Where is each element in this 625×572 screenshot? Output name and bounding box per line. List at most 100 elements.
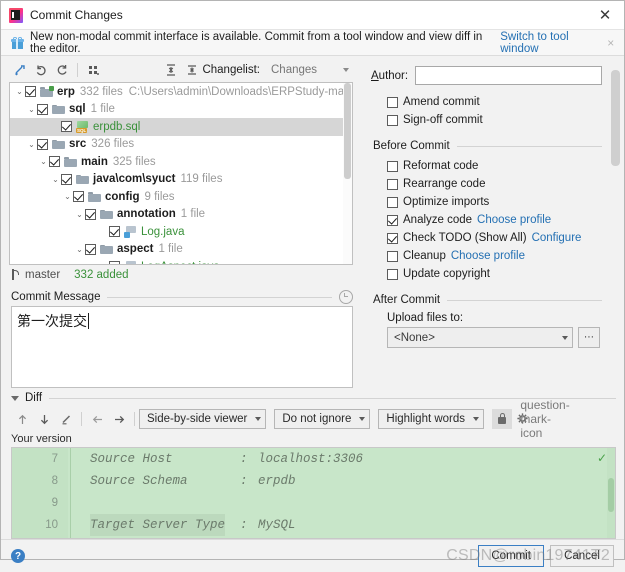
chevron-down-icon[interactable]: ⌄ (14, 87, 25, 96)
intellij-idea-icon (9, 7, 23, 23)
options-scrollbar-thumb[interactable] (611, 70, 620, 166)
cancel-button[interactable]: Cancel (550, 545, 614, 567)
commit-message-input[interactable]: 第一次提交 (11, 306, 353, 388)
chevron-down-icon[interactable]: ⌄ (74, 245, 85, 254)
tree-scrollbar[interactable] (343, 83, 352, 264)
checkbox-label: Sign-off commit (403, 114, 483, 126)
configure-link[interactable]: Choose profile (451, 250, 525, 262)
tree-row-checkbox[interactable] (49, 156, 60, 168)
show-diff-icon[interactable] (9, 60, 30, 80)
upload-target-select[interactable]: <None> (387, 327, 573, 348)
commit-options-panel: Author: Amend commit Sign-off commit Befo… (359, 56, 624, 388)
checkbox-box[interactable] (387, 268, 398, 280)
tree-row-checkbox[interactable] (37, 138, 48, 150)
tree-row-name: main (81, 155, 108, 168)
tree-row[interactable]: Log.java (10, 223, 352, 241)
folder-icon (52, 139, 65, 150)
update-copyright-checkbox[interactable]: Update copyright (387, 265, 624, 283)
tree-row-checkbox[interactable] (73, 191, 84, 203)
tree-row[interactable]: ⌄ main 325 files (10, 153, 352, 171)
viewer-mode-select[interactable]: Side-by-side viewer (139, 409, 267, 429)
tree-row[interactable]: ⌄ sql 1 file (10, 101, 352, 119)
chevron-down-icon[interactable]: ⌄ (26, 105, 37, 114)
tree-row-checkbox[interactable] (37, 103, 48, 115)
revert-icon[interactable] (30, 60, 51, 80)
tree-row[interactable]: ⌄ aspect 1 file (10, 241, 352, 259)
browse-button[interactable]: ⋯ (578, 327, 600, 348)
tree-row[interactable]: ⌄ src 326 files (10, 136, 352, 154)
chevron-down-icon[interactable]: ⌄ (50, 175, 61, 184)
expand-all-icon[interactable] (160, 60, 181, 80)
options-scrollbar[interactable] (611, 70, 620, 378)
help-icon[interactable]: ? (11, 549, 25, 563)
reformat-code-checkbox[interactable]: Reformat code (387, 157, 624, 175)
tree-row-checkbox[interactable] (109, 226, 120, 238)
tree-row-checkbox[interactable] (85, 208, 96, 220)
changes-tree[interactable]: ⌄ erp 332 files C:\Users\admin\Downloads\ER… (10, 83, 352, 264)
tree-row-count: 332 files (79, 85, 123, 98)
checkbox-label: Reformat code (403, 160, 479, 172)
tree-row[interactable]: ⌄ erp 332 files C:\Users\admin\Downloads\ER… (10, 83, 352, 101)
switch-to-tool-window-link[interactable]: Switch to tool window (500, 31, 601, 55)
tree-row-checkbox[interactable] (25, 86, 36, 98)
chevron-down-icon (473, 417, 480, 421)
commit-button[interactable]: Commit (478, 545, 544, 567)
left-column: Changelist: Changes ⌄ erp 332 files C:\User… (1, 56, 359, 388)
checkbox-box[interactable] (387, 114, 398, 126)
checkbox-box[interactable] (387, 196, 398, 208)
accept-right-icon[interactable] (108, 409, 130, 429)
chevron-down-icon[interactable]: ⌄ (62, 192, 73, 201)
next-difference-icon[interactable] (33, 409, 55, 429)
analyze-code-checkbox[interactable]: Analyze code Choose profile (387, 211, 624, 229)
tree-row-checkbox[interactable] (109, 261, 120, 264)
tree-row-checkbox[interactable] (61, 173, 72, 185)
tree-row-path: C:\Users\admin\Downloads\ERPStudy-main (128, 85, 353, 98)
close-window-icon[interactable]: ✕ (590, 2, 620, 28)
checkbox-box[interactable] (387, 214, 398, 226)
previous-difference-icon[interactable] (11, 409, 33, 429)
tree-row-checkbox[interactable] (85, 243, 96, 255)
changelist-select[interactable]: Changes (265, 59, 353, 81)
accept-left-icon[interactable] (86, 409, 108, 429)
author-field[interactable] (415, 66, 602, 85)
checkbox-box[interactable] (387, 178, 398, 190)
chevron-down-icon[interactable]: ⌄ (26, 140, 37, 149)
diff-scrollbar[interactable] (607, 448, 615, 538)
checkbox-box[interactable] (387, 160, 398, 172)
dialog-body: Changelist: Changes ⌄ erp 332 files C:\User… (1, 56, 624, 539)
collapse-all-icon[interactable] (181, 60, 202, 80)
ignore-mode-select[interactable]: Do not ignore (274, 409, 371, 429)
group-by-icon[interactable] (83, 60, 104, 80)
diff-viewer[interactable]: 7 Source Host: localhost:3306 8 Source Schem… (11, 447, 616, 539)
refresh-icon[interactable] (51, 60, 72, 80)
configure-link[interactable]: Choose profile (477, 214, 551, 226)
chevron-down-icon[interactable]: ⌄ (38, 157, 49, 166)
lock-icon[interactable] (492, 409, 513, 429)
configure-link[interactable]: Configure (532, 232, 582, 244)
tree-row[interactable]: LogAspect.java (10, 258, 352, 264)
chevron-down-icon[interactable]: ⌄ (74, 210, 85, 219)
tree-row[interactable]: ⌄ annotation 1 file (10, 206, 352, 224)
amend-commit-checkbox[interactable]: Amend commit (387, 93, 624, 111)
tree-scrollbar-thumb[interactable] (344, 83, 351, 179)
notification-close-icon[interactable]: × (602, 36, 620, 50)
tree-row-name: java\com\syuct (93, 173, 176, 186)
cleanup-checkbox[interactable]: Cleanup Choose profile (387, 247, 624, 265)
tree-row-checkbox[interactable] (61, 121, 72, 133)
edit-source-icon[interactable] (55, 409, 77, 429)
check-todo-checkbox[interactable]: Check TODO (Show All) Configure (387, 229, 624, 247)
history-clock-icon[interactable] (339, 290, 353, 304)
tree-row[interactable]: ⌄ java\com\syuct 119 files (10, 171, 352, 189)
collapse-triangle-icon[interactable] (11, 395, 19, 401)
tree-row[interactable]: ⌄ config 9 files (10, 188, 352, 206)
checkbox-box[interactable] (387, 250, 398, 262)
diff-scrollbar-thumb[interactable] (608, 478, 614, 512)
checkbox-box[interactable] (387, 96, 398, 108)
optimize-imports-checkbox[interactable]: Optimize imports (387, 193, 624, 211)
question-mark-icon[interactable]: question-mark-icon (520, 398, 569, 440)
tree-row[interactable]: erpdb.sql (10, 118, 352, 136)
rearrange-code-checkbox[interactable]: Rearrange code (387, 175, 624, 193)
checkbox-box[interactable] (387, 232, 398, 244)
signoff-commit-checkbox[interactable]: Sign-off commit (387, 111, 624, 129)
highlight-mode-select[interactable]: Highlight words (378, 409, 485, 429)
